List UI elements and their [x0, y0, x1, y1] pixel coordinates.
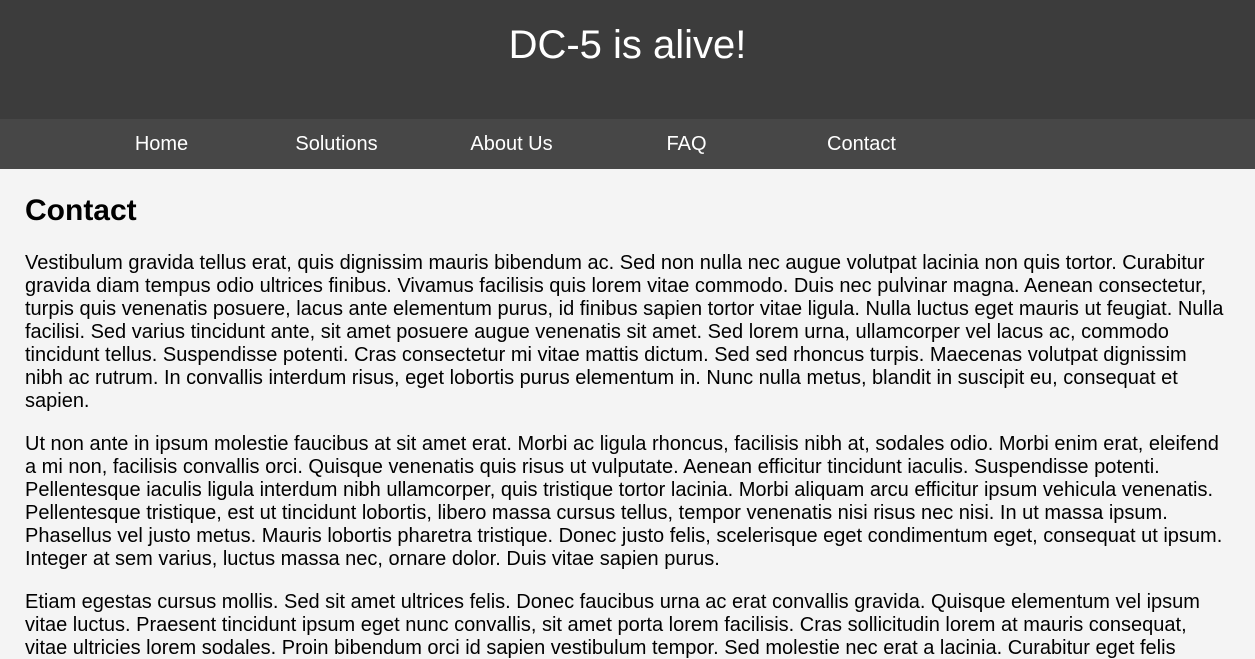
main-nav: Home Solutions About Us FAQ Contact	[0, 119, 1255, 169]
body-paragraph: Ut non ante in ipsum molestie faucibus a…	[25, 433, 1223, 570]
site-header: DC-5 is alive!	[0, 0, 1255, 119]
nav-item-solutions[interactable]: Solutions	[249, 119, 424, 169]
nav-item-about-us[interactable]: About Us	[424, 119, 599, 169]
main-content: Contact Vestibulum gravida tellus erat, …	[0, 169, 1255, 659]
nav-item-contact[interactable]: Contact	[774, 119, 949, 169]
nav-item-faq[interactable]: FAQ	[599, 119, 774, 169]
nav-item-home[interactable]: Home	[74, 119, 249, 169]
body-paragraph: Etiam egestas cursus mollis. Sed sit ame…	[25, 591, 1200, 659]
body-paragraph: Vestibulum gravida tellus erat, quis dig…	[25, 252, 1224, 412]
site-title: DC-5 is alive!	[508, 23, 747, 67]
page-title: Contact	[25, 194, 137, 227]
